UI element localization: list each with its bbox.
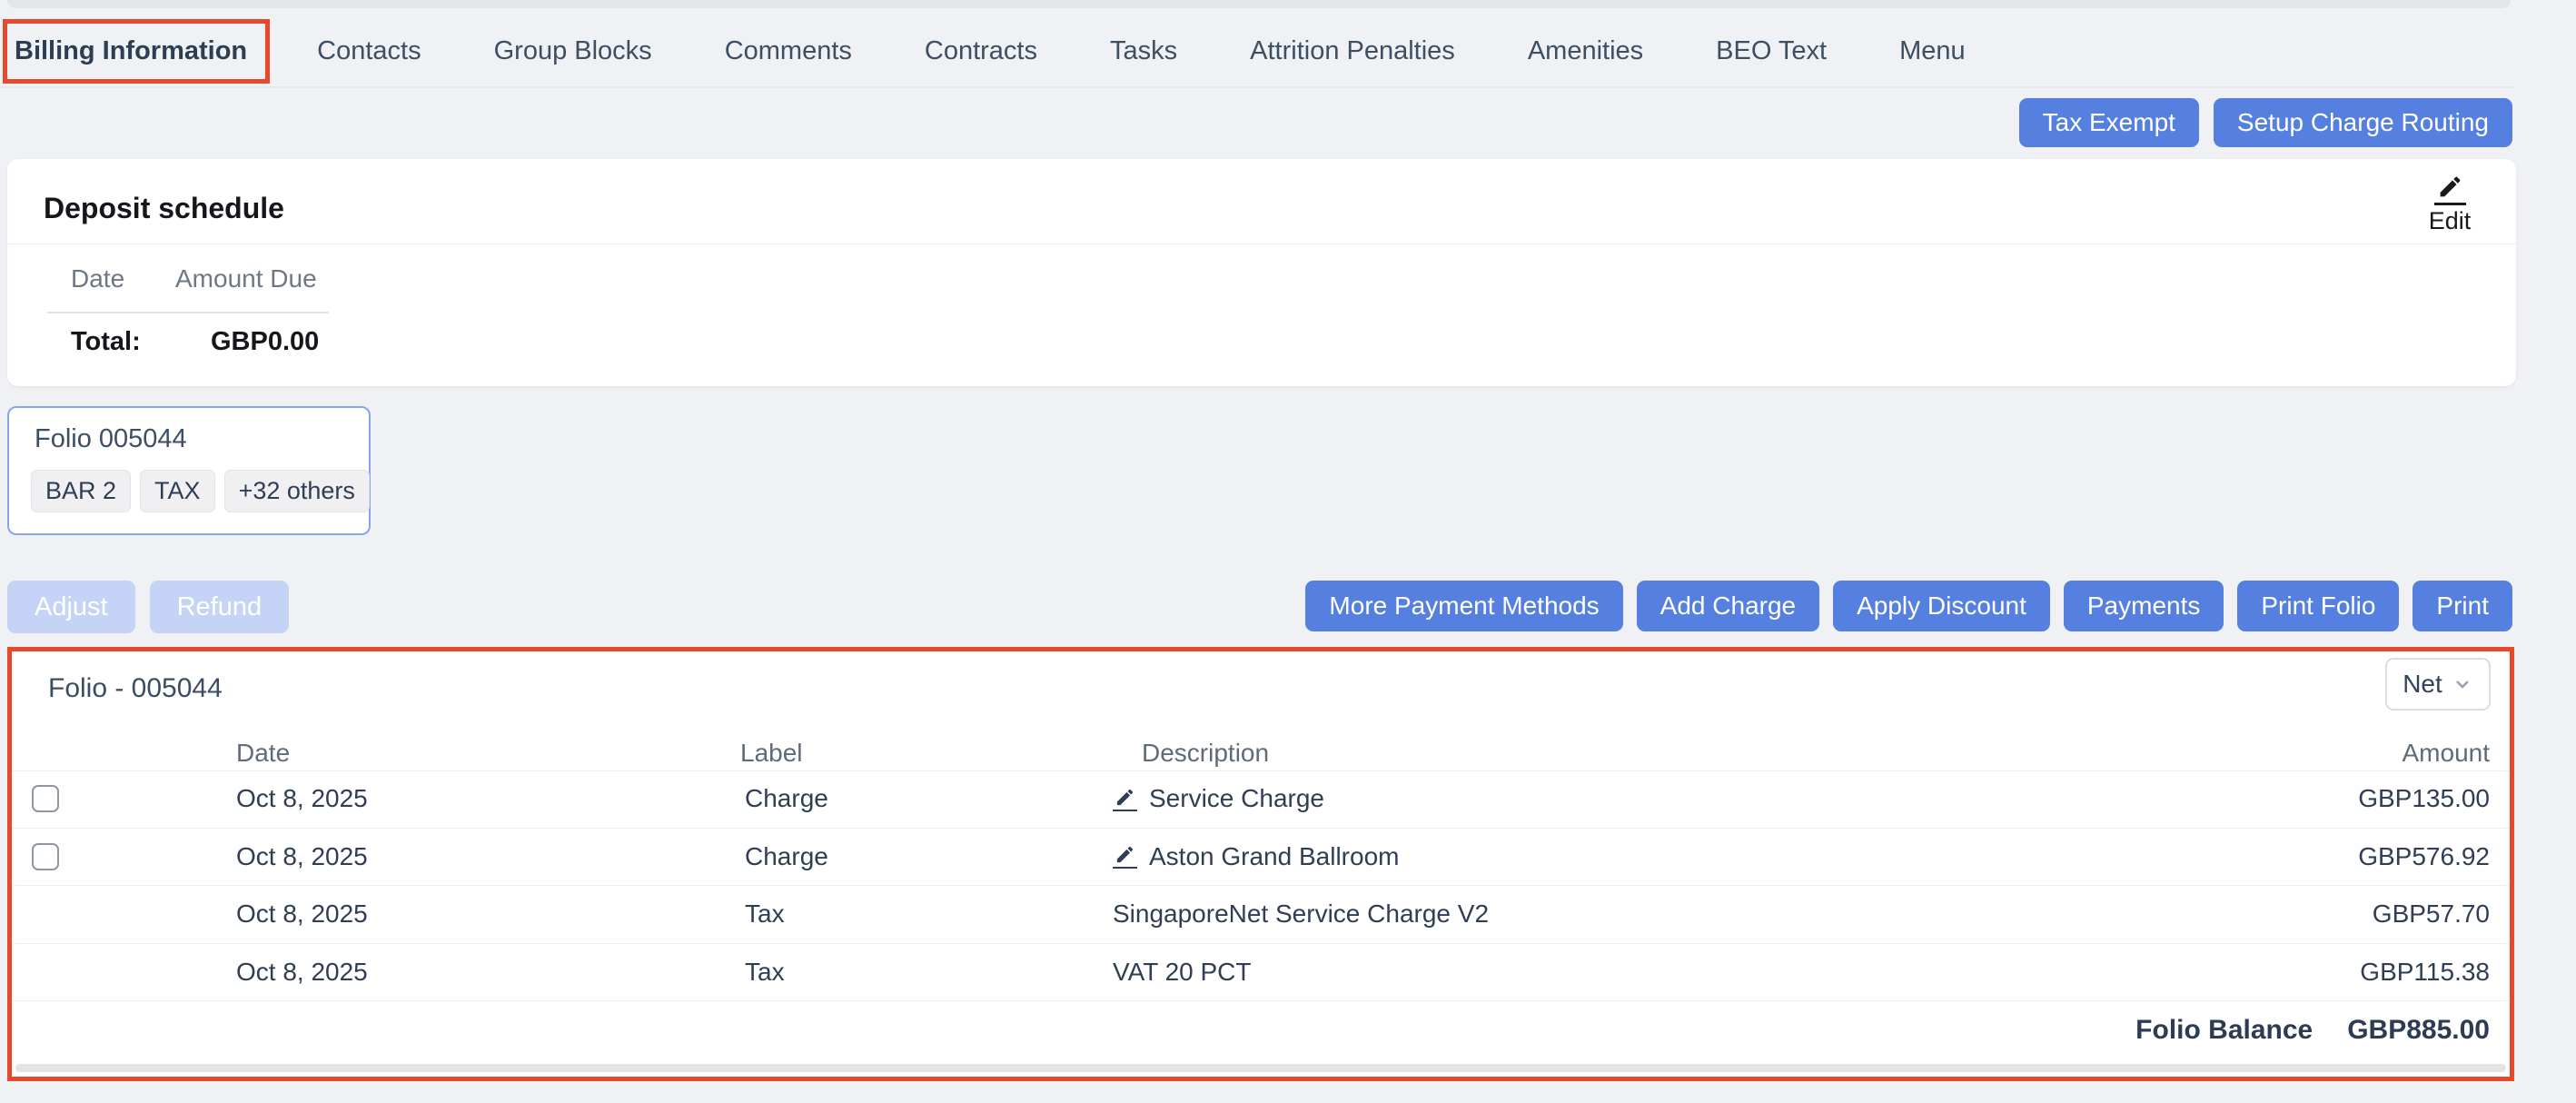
add-charge-button[interactable]: Add Charge [1637,581,1819,631]
row-label: Charge [745,784,828,813]
row-description-cell: VAT 20 PCT [1113,958,1252,987]
folio-balance-row: Folio Balance GBP885.00 [12,1001,2510,1058]
row-checkbox[interactable] [32,843,59,870]
payments-button[interactable]: Payments [2064,581,2224,631]
adjust-button[interactable]: Adjust [7,581,135,633]
folio-table-title: Folio - 005044 [48,673,223,704]
deposit-edit-button[interactable]: Edit [2418,174,2482,235]
billing-information-page: Billing Information Contacts Group Blocks C… [0,0,2576,1103]
deposit-total-label: Total: [71,327,141,357]
more-payment-methods-button[interactable]: More Payment Methods [1305,581,1622,631]
folio-balance-value: GBP885.00 [2347,1015,2490,1046]
tab-contacts[interactable]: Contacts [317,36,421,66]
row-description: VAT 20 PCT [1113,958,1252,987]
folio-tags: BAR 2TAX+32 others [31,470,370,512]
tab-contracts[interactable]: Contracts [925,36,1037,66]
print-button[interactable]: Print [2413,581,2512,631]
edit-pencil-icon [2434,174,2466,205]
column-header-date: Date [236,739,290,768]
folio-summary-card[interactable]: Folio 005044 BAR 2TAX+32 others [7,406,371,535]
row-date: Oct 8, 2025 [236,899,368,929]
deposit-col-amount-due: Amount Due [175,264,317,293]
row-label: Charge [745,842,828,871]
row-amount: GBP135.00 [2358,784,2490,813]
row-checkbox[interactable] [32,785,59,812]
refund-button[interactable]: Refund [150,581,290,633]
row-date: Oct 8, 2025 [236,784,368,813]
row-label: Tax [745,899,785,929]
tab-bar: Billing Information Contacts Group Blocks C… [0,16,2516,88]
annotation-active-tab: Billing Information [3,19,270,84]
tab-menu[interactable]: Menu [1899,36,1966,66]
row-description-cell: SingaporeNet Service Charge V2 [1113,899,1489,929]
row-date: Oct 8, 2025 [236,842,368,871]
folio-toolbar-left: Adjust Refund [7,581,289,633]
tab-attrition-penalties[interactable]: Attrition Penalties [1250,36,1455,66]
table-row: Oct 8, 2025 Charge Aston Grand Ballroom GBP… [12,829,2510,887]
folio-balance-label: Folio Balance [2135,1015,2313,1046]
deposit-col-date: Date [71,264,124,293]
horizontal-scrollbar[interactable] [15,1064,2506,1072]
tab-group-blocks[interactable]: Group Blocks [494,36,652,66]
deposit-header-underline [47,312,329,313]
table-row: Oct 8, 2025 Charge Service Charge GBP135.00 [12,770,2510,829]
row-edit-pencil-icon[interactable] [1113,844,1137,869]
deposit-total-value: GBP0.00 [211,327,319,357]
setup-charge-routing-button[interactable]: Setup Charge Routing [2214,98,2512,147]
print-folio-button[interactable]: Print Folio [2237,581,2399,631]
tag-chip: BAR 2 [31,470,131,512]
net-dropdown[interactable]: Net [2385,658,2491,710]
top-divider-strip [7,0,2511,8]
page-actions: Tax Exempt Setup Charge Routing [2019,98,2512,147]
row-description-cell: Service Charge [1113,784,1324,813]
tab-amenities[interactable]: Amenities [1528,36,1643,66]
row-amount: GBP115.38 [2360,958,2490,987]
tab-beo-text[interactable]: BEO Text [1716,36,1827,66]
edit-label: Edit [2418,207,2482,235]
table-row: Oct 8, 2025 Tax VAT 20 PCT GBP115.38 [12,944,2510,1002]
card-divider [7,243,2516,244]
tab-comments[interactable]: Comments [725,36,852,66]
tab-tasks[interactable]: Tasks [1110,36,1177,66]
chevron-down-icon [2452,673,2473,695]
table-row: Oct 8, 2025 Tax SingaporeNet Service Charg… [12,886,2510,944]
row-edit-pencil-icon[interactable] [1113,787,1137,811]
folio-toolbar-right: More Payment Methods Add Charge Apply Disc… [1305,581,2512,631]
row-label: Tax [745,958,785,987]
row-description: Service Charge [1149,784,1324,813]
deposit-schedule-title: Deposit schedule [44,192,284,225]
tab-billing-information[interactable]: Billing Information [15,36,247,66]
tag-more-chip[interactable]: +32 others [224,470,370,512]
column-header-description: Description [1142,739,1269,768]
row-date: Oct 8, 2025 [236,958,368,987]
tag-chip: TAX [140,470,215,512]
row-amount: GBP576.92 [2358,842,2490,871]
row-description: Aston Grand Ballroom [1149,842,1399,871]
folio-table-card: Folio - 005044 Net Date Label Descriptio… [7,647,2514,1081]
net-dropdown-label: Net [2403,670,2442,699]
row-amount: GBP57.70 [2373,899,2490,929]
tax-exempt-button[interactable]: Tax Exempt [2019,98,2199,147]
column-header-amount: Amount [2403,739,2491,768]
folio-card-title: Folio 005044 [35,424,187,454]
row-description: SingaporeNet Service Charge V2 [1113,899,1489,929]
column-header-label: Label [740,739,803,768]
row-description-cell: Aston Grand Ballroom [1113,842,1399,871]
apply-discount-button[interactable]: Apply Discount [1833,581,2050,631]
deposit-schedule-card: Deposit schedule Edit Date Amount Due To… [7,159,2516,386]
